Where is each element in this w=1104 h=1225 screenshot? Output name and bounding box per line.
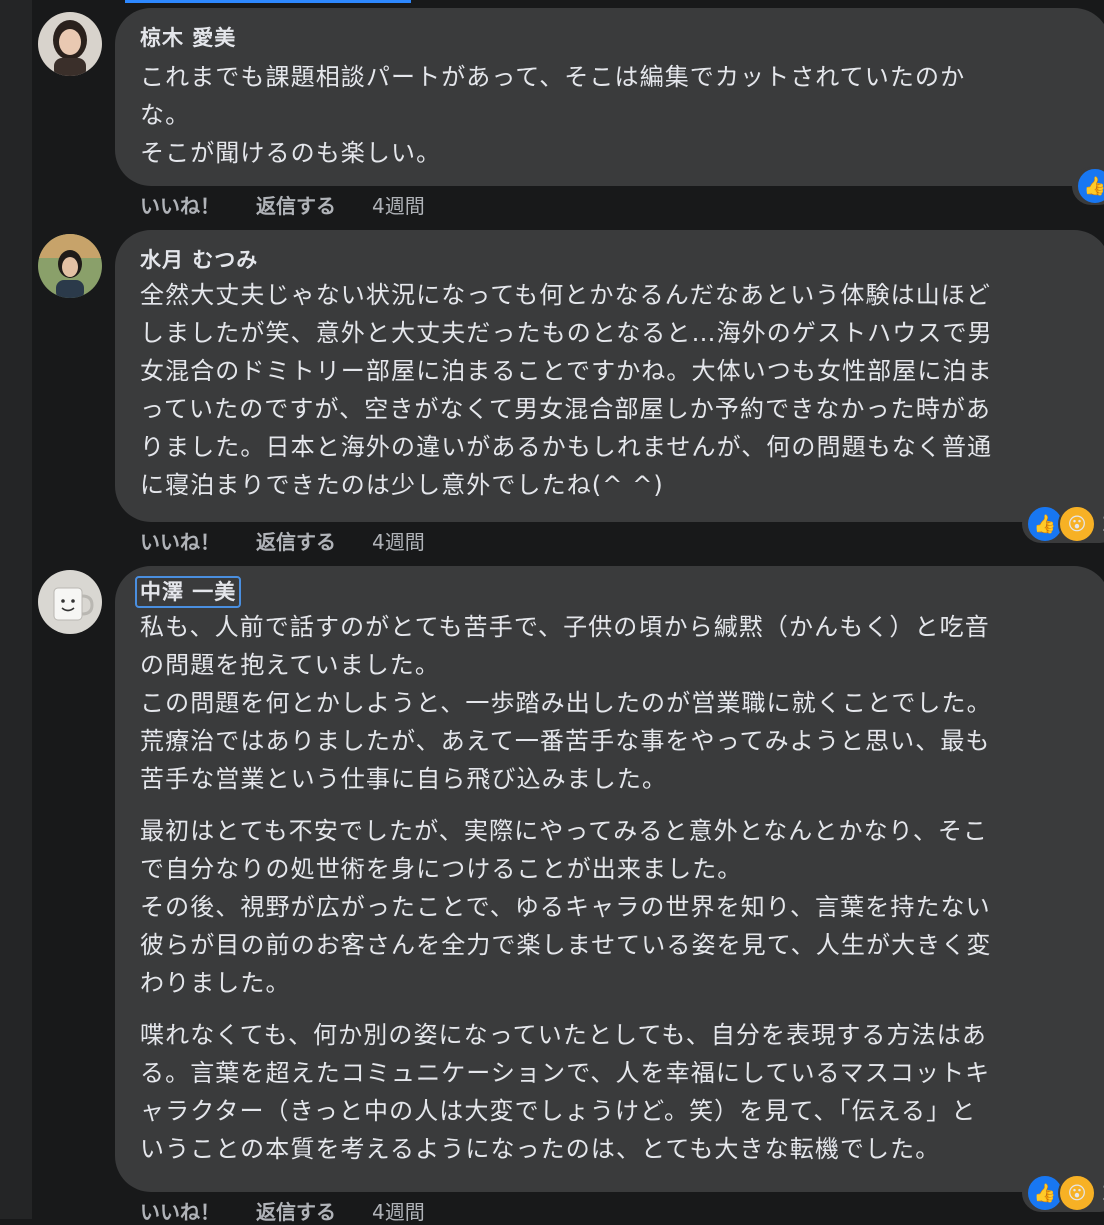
comment-line: この問題を何とかしようと、一歩踏み出したのが営業職に就くことでした。 (140, 689, 992, 717)
wow-face-icon: 😮 (1058, 1174, 1096, 1212)
active-indicator (125, 0, 411, 3)
comment-text: 私も、人前で話すのがとても苦手で、子供の頃から緘黙（かんもく）と吃音 の問題を抱… (140, 608, 1084, 1168)
timestamp[interactable]: 4週間 (372, 1196, 425, 1225)
comment-author[interactable]: 水月 むつみ (140, 246, 258, 274)
comment-bubble: 中澤 一美 私も、人前で話すのがとても苦手で、子供の頃から緘黙（かんもく）と吃音… (115, 566, 1104, 1192)
like-button[interactable]: いいね！ (140, 190, 220, 219)
reply-button[interactable]: 返信する (256, 1196, 336, 1225)
comment-author[interactable]: 中澤 一美 (135, 576, 242, 608)
left-panel-edge (0, 0, 32, 1219)
comment-line: りました。日本と海外の違いがあるかもしれませんが、何の問題もなく普通 (140, 433, 993, 461)
reply-button[interactable]: 返信する (256, 526, 336, 555)
timestamp[interactable]: 4週間 (372, 526, 425, 555)
comment-actions: いいね！ 返信する 4週間 (140, 1196, 425, 1225)
comment-text: これまでも課題相談パートがあって、そこは編集でカットされていたのか な。 そこが… (140, 58, 1084, 172)
comment-actions: いいね！ 返信する 4週間 (140, 526, 425, 555)
comment-line: に寝泊まりできたのは少し意外でしたね(^ ^) (140, 471, 664, 499)
reactions-summary[interactable]: 👍 😮 2 (1022, 505, 1104, 543)
comment-line: これまでも課題相談パートがあって、そこは編集でカットされていたのか (140, 63, 966, 91)
comment-line: 女混合のドミトリー部屋に泊まることですかね。大体いつも女性部屋に泊ま (140, 357, 993, 385)
comment-line: な。 (140, 101, 191, 129)
comment-line: 苦手な営業という仕事に自ら飛び込みました。 (140, 765, 668, 793)
comment-line: 喋れなくても、何か別の姿になっていたとしても、自分を表現する方法はあ (140, 1021, 987, 1049)
like-button[interactable]: いいね！ (140, 1196, 220, 1225)
comment-line: しましたが笑、意外と大丈夫だったものとなると…海外のゲストハウスで男 (140, 319, 993, 347)
thumbs-up-icon: 👍 (1076, 167, 1104, 205)
comment-line: る。言葉を超えたコミュニケーションで、人を幸福にしているマスコットキ (140, 1059, 991, 1087)
comment-line: 全然大丈夫じゃない状況になっても何とかなるんだなあという体験は山ほど (140, 281, 991, 309)
comment-author[interactable]: 椋木 愛美 (140, 24, 236, 52)
avatar-photo (38, 234, 102, 298)
comment-line: の問題を抱えていました。 (140, 651, 440, 679)
avatar-photo (38, 570, 102, 634)
comment-bubble: 水月 むつみ 全然大丈夫じゃない状況になっても何とかなるんだなあという体験は山ほ… (115, 230, 1104, 522)
comment-line: 荒療治ではありましたが、あえて一番苦手な事をやってみようと思い、最も (140, 727, 991, 755)
comment-line: ャラクター（きっと中の人は大変でしょうけど。笑）を見て、「伝える」と (140, 1097, 977, 1125)
avatar-photo (38, 12, 102, 76)
reactions-summary[interactable]: 👍 😮 2 (1022, 1174, 1104, 1212)
comment-line: 最初はとても不安でしたが、実際にやってみると意外となんとかなり、そこ (140, 817, 989, 845)
comment-line: 私も、人前で話すのがとても苦手で、子供の頃から緘黙（かんもく）と吃音 (140, 613, 990, 641)
comment-actions: いいね！ 返信する 4週間 (140, 190, 425, 219)
avatar[interactable] (38, 570, 102, 634)
comment-text: 全然大丈夫じゃない状況になっても何とかなるんだなあという体験は山ほど しましたが… (140, 276, 1084, 504)
comment-line: 彼らが目の前のお客さんを全力で楽しませている姿を見て、人生が大きく変 (140, 931, 992, 959)
comment-line: で自分なりの処世術を身につけることが出来ました。 (140, 855, 743, 883)
comment-line: そこが聞けるのも楽しい。 (140, 139, 442, 167)
avatar[interactable] (38, 234, 102, 298)
wow-face-icon: 😮 (1058, 505, 1096, 543)
timestamp[interactable]: 4週間 (372, 190, 425, 219)
comment-line: わりました。 (140, 969, 291, 997)
like-button[interactable]: いいね！ (140, 526, 220, 555)
comment-bubble: 椋木 愛美 これまでも課題相談パートがあって、そこは編集でカットされていたのか … (115, 8, 1104, 186)
avatar[interactable] (38, 12, 102, 76)
comment-line: その後、視野が広がったことで、ゆるキャラの世界を知り、言葉を持たない (140, 893, 991, 921)
comment-line: いうことの本質を考えるようになったのは、とても大きな転機でした。 (140, 1135, 941, 1163)
comment-line: っていたのですが、空きがなくて男女混合部屋しか予約できなかった時があ (140, 395, 991, 423)
reply-button[interactable]: 返信する (256, 190, 336, 219)
reactions-summary[interactable]: 👍 (1072, 167, 1104, 205)
